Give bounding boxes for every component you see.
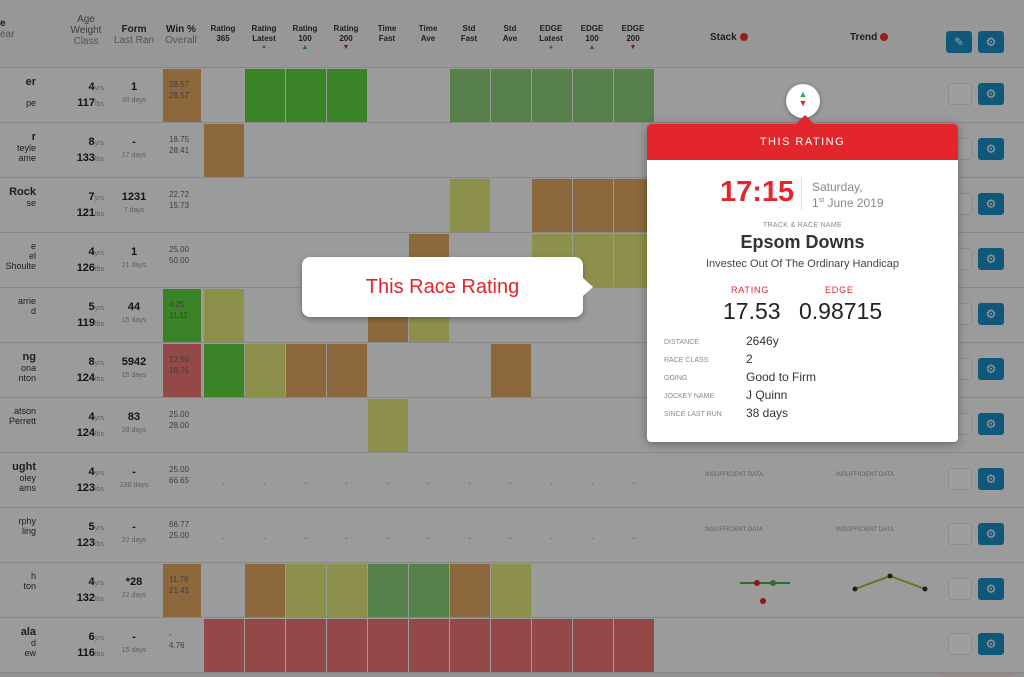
callout-text: This Race Rating <box>365 275 520 298</box>
rating-marker[interactable]: ▲ ▼ <box>786 84 820 118</box>
track-name: Epsom Downs <box>740 232 865 252</box>
race-time: 17:15 <box>720 176 795 208</box>
rating-popup: THIS RATING 17:15 Saturday, 1st June 2019… <box>647 115 958 442</box>
track-label: TRACK & RACE NAME <box>763 222 842 229</box>
detail-value: 2 <box>746 352 753 366</box>
race-name: Investec Out Of The Ordinary Handicap <box>706 258 899 270</box>
detail-label: JOCKEY NAME <box>664 393 715 400</box>
tooltip-callout: This Race Rating <box>302 257 583 317</box>
detail-label: GOING <box>664 375 688 382</box>
detail-value: J Quinn <box>746 388 788 402</box>
race-date: Saturday, 1st June 2019 <box>812 180 884 210</box>
detail-label: RACE CLASS <box>664 357 709 364</box>
divider <box>801 178 802 210</box>
edge-value: 0.98715 <box>799 298 883 324</box>
detail-value: 2646y <box>746 334 779 348</box>
detail-value: 38 days <box>746 406 789 420</box>
triangle-down-icon: ▼ <box>798 98 808 108</box>
callout-arrow <box>583 278 593 296</box>
detail-label: DISTANCE <box>664 339 699 346</box>
rating-value: 17.53 <box>723 298 781 324</box>
detail-value: Good to Firm <box>746 370 817 384</box>
rating-label: RATING <box>731 285 770 295</box>
detail-label: SINCE LAST RUN <box>664 411 722 418</box>
edge-label: EDGE <box>825 285 854 295</box>
popup-title: THIS RATING <box>647 124 958 160</box>
popup-notch <box>796 115 814 124</box>
